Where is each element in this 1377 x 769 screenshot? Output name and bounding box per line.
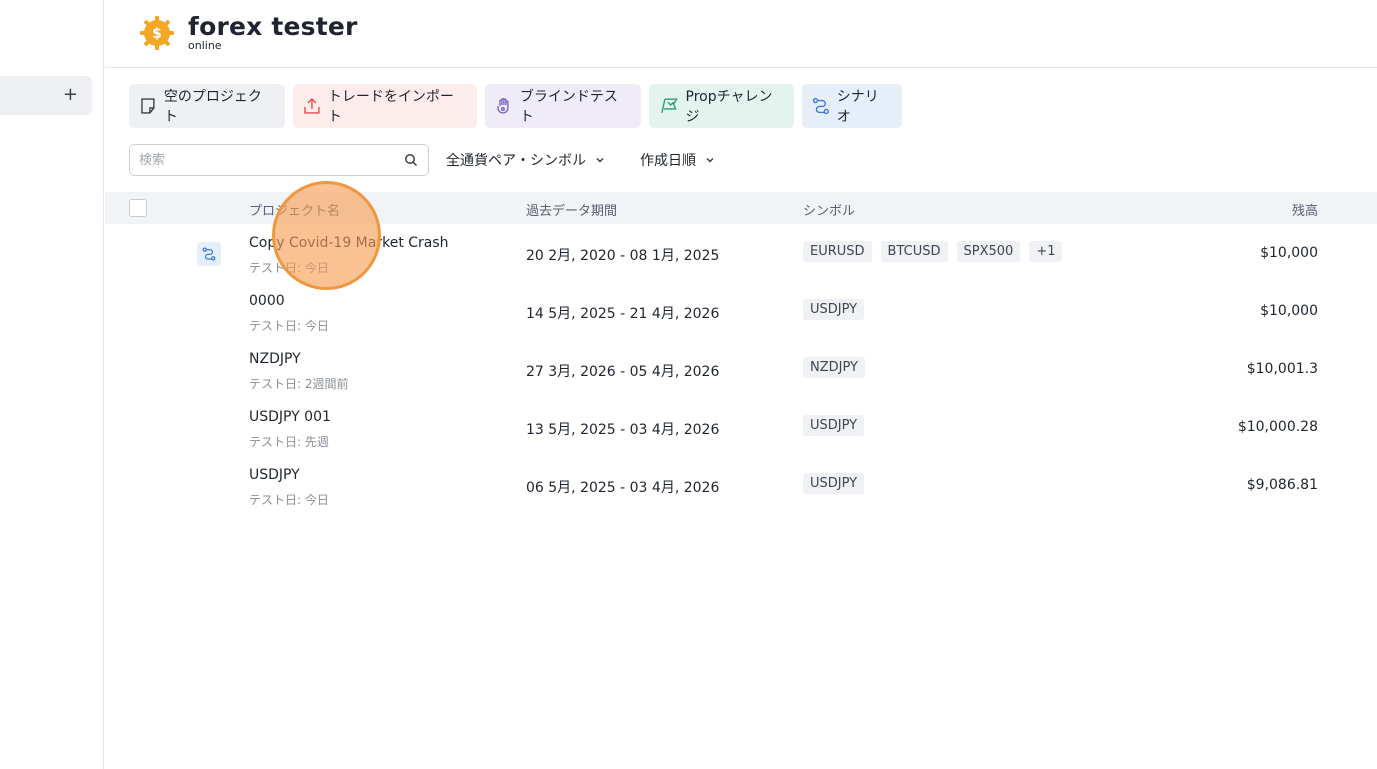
symbol-tag: USDJPY <box>803 415 865 436</box>
table-row[interactable]: 0000 テスト日: 今日 14 5月, 2025 - 21 4月, 2026 … <box>105 282 1377 340</box>
table-row[interactable]: NZDJPY テスト日: 2週間前 27 3月, 2026 - 05 4月, 2… <box>105 340 1377 398</box>
tested-date: テスト日: 2週間前 <box>249 377 349 391</box>
column-header-name[interactable]: プロジェクト名 <box>249 200 340 219</box>
tested-date: テスト日: 今日 <box>249 319 329 333</box>
data-period: 20 2月, 2020 - 08 1月, 2025 <box>526 248 720 264</box>
table-header: プロジェクト名 過去データ期間 シンボル 残高 <box>105 192 1377 224</box>
scenario-button[interactable]: シナリオ <box>802 84 902 128</box>
symbol-tags: NZDJPY <box>803 357 865 378</box>
empty-project-button[interactable]: 空のプロジェクト <box>129 84 285 128</box>
column-header-symbol[interactable]: シンボル <box>803 200 855 219</box>
symbol-tags: EURUSD BTCUSD SPX500 +1 <box>803 241 1063 262</box>
search-input[interactable] <box>130 145 380 175</box>
symbol-filter-label: 全通貨ペア・シンボル <box>446 153 586 169</box>
data-period: 13 5月, 2025 - 03 4月, 2026 <box>526 422 720 438</box>
logo[interactable]: $ forex tester online <box>139 14 358 51</box>
brand-subtitle: online <box>188 39 222 52</box>
chevron-down-icon <box>596 157 604 163</box>
balance: $10,001.3 <box>1246 361 1318 377</box>
symbol-tag: NZDJPY <box>803 357 865 378</box>
symbol-tags: USDJPY <box>803 299 865 320</box>
symbol-tag: EURUSD <box>803 241 872 262</box>
data-period: 06 5月, 2025 - 03 4月, 2026 <box>526 480 720 496</box>
sidebar: + <box>0 0 104 769</box>
project-name[interactable]: NZDJPY <box>249 351 301 367</box>
prop-challenge-label: Propチャレンジ <box>685 89 773 125</box>
blind-test-button[interactable]: ブラインドテスト <box>485 84 641 128</box>
project-name[interactable]: USDJPY <box>249 467 300 483</box>
data-period: 27 3月, 2026 - 05 4月, 2026 <box>526 364 720 380</box>
data-period: 14 5月, 2025 - 21 4月, 2026 <box>526 306 720 322</box>
select-all-checkbox[interactable] <box>129 199 147 217</box>
project-name[interactable]: Copy Covid-19 Market Crash <box>249 235 449 251</box>
table-row[interactable]: USDJPY テスト日: 今日 06 5月, 2025 - 03 4月, 202… <box>105 456 1377 514</box>
table-row[interactable]: Copy Covid-19 Market Crash テスト日: 今日 20 2… <box>105 224 1377 282</box>
blind-hand-icon <box>497 97 509 114</box>
plus-icon: + <box>62 84 78 105</box>
flag-icon <box>661 98 678 113</box>
svg-text:$: $ <box>152 26 162 42</box>
import-trades-label: トレードをインポート <box>327 89 454 125</box>
column-header-balance[interactable]: 残高 <box>1292 200 1318 219</box>
note-icon <box>141 98 155 114</box>
table-row[interactable]: USDJPY 001 テスト日: 先週 13 5月, 2025 - 03 4月,… <box>105 398 1377 456</box>
tested-date: テスト日: 今日 <box>249 261 329 275</box>
add-project-button[interactable]: + <box>0 76 92 115</box>
upload-icon <box>304 98 320 114</box>
scenario-route-icon <box>197 242 221 266</box>
balance: $10,000.28 <box>1237 419 1318 435</box>
project-name[interactable]: 0000 <box>249 293 285 309</box>
symbol-tag: BTCUSD <box>880 241 948 262</box>
more-symbols-tag[interactable]: +1 <box>1029 241 1063 262</box>
forex-tester-logo-icon: $ <box>140 15 174 50</box>
search-box <box>129 144 429 176</box>
scenario-label: シナリオ <box>836 89 879 125</box>
symbol-tag: USDJPY <box>803 299 865 320</box>
symbol-tag: SPX500 <box>956 241 1021 262</box>
chevron-down-icon <box>706 157 714 163</box>
brand-title: forex tester <box>188 12 358 41</box>
new-project-actions: 空のプロジェクト トレードをインポート ブラインドテスト Propチャレンジ シ… <box>129 84 902 128</box>
tested-date: テスト日: 今日 <box>249 493 329 507</box>
empty-project-label: 空のプロジェクト <box>163 89 262 125</box>
column-header-period[interactable]: 過去データ期間 <box>526 200 617 219</box>
symbol-tag: USDJPY <box>803 473 865 494</box>
import-trades-button[interactable]: トレードをインポート <box>293 84 477 128</box>
symbol-filter-dropdown[interactable]: 全通貨ペア・シンボル <box>446 150 605 170</box>
balance: $9,086.81 <box>1246 477 1318 493</box>
blind-test-label: ブラインドテスト <box>519 89 618 125</box>
sort-dropdown[interactable]: 作成日順 <box>640 150 715 170</box>
symbol-tags: USDJPY <box>803 473 865 494</box>
sort-label: 作成日順 <box>640 153 696 169</box>
balance: $10,000 <box>1260 303 1318 319</box>
route-icon <box>812 97 829 115</box>
symbol-tags: USDJPY <box>803 415 865 436</box>
header: $ forex tester online <box>105 0 1377 68</box>
tested-date: テスト日: 先週 <box>249 435 329 449</box>
search-icon[interactable] <box>404 153 418 167</box>
project-name[interactable]: USDJPY 001 <box>249 409 331 425</box>
balance: $10,000 <box>1260 245 1318 261</box>
prop-challenge-button[interactable]: Propチャレンジ <box>649 84 794 128</box>
